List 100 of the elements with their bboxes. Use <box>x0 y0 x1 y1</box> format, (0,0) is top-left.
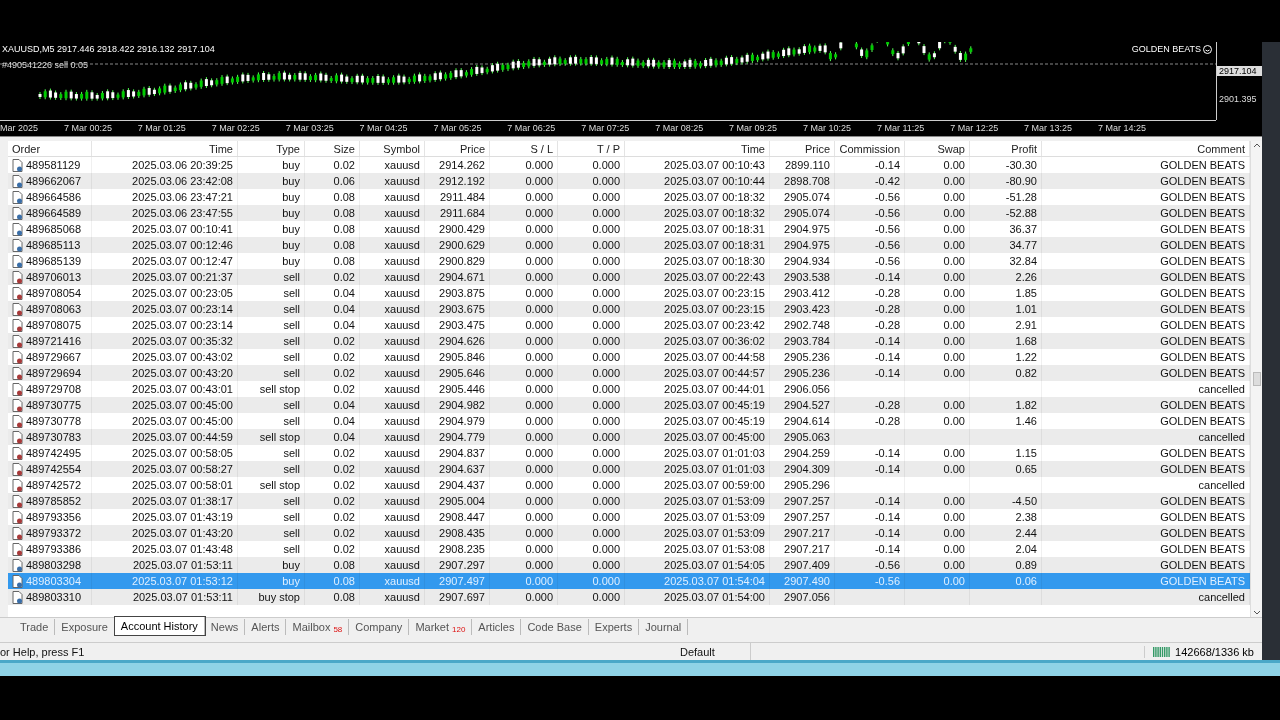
table-cell: GOLDEN BEATS <box>1160 559 1245 571</box>
table-cell: 0.02 <box>333 447 355 459</box>
table-cell: 0.00 <box>943 255 965 267</box>
column-header[interactable]: Profit <box>970 141 1042 156</box>
scroll-down-icon[interactable] <box>1252 610 1261 615</box>
table-cell: GOLDEN BEATS <box>1160 159 1245 171</box>
table-cell: -0.28 <box>874 303 900 315</box>
time-label: 7 Mar 13:25 <box>1024 122 1073 135</box>
table-cell: 489706013 <box>26 271 82 283</box>
order-document-icon <box>12 574 23 588</box>
tab[interactable]: Company <box>349 619 410 635</box>
tab[interactable]: Experts <box>588 619 640 635</box>
table-cell: xauusd <box>384 383 420 395</box>
tab[interactable]: Account History <box>114 617 205 635</box>
tab[interactable]: Alerts <box>245 619 287 635</box>
tab[interactable]: Mailbox 58 <box>286 619 350 635</box>
history-row[interactable]: 489730783 2025.03.07 00:44:59 sell stop 0.04 xauusd 2904.779 0.000 0.000 2025.03.07 00:45:00 2905.063 cancelled <box>8 429 1250 445</box>
scrollbar[interactable] <box>1250 141 1262 617</box>
table-cell: 2025.03.07 00:45:00 <box>132 415 233 427</box>
table-cell: 489662067 <box>26 175 82 187</box>
history-row[interactable]: 489662067 2025.03.06 23:42:08 buy 0.06 xauusd 2912.192 0.000 0.000 2025.03.07 00:10:44 2898.708 -0.42 0.00 -80.90 GOLDEN BEATS <box>8 173 1250 189</box>
order-document-icon <box>12 430 23 444</box>
history-row[interactable]: 489803298 2025.03.07 01:53:11 buy 0.08 xauusd 2907.297 0.000 0.000 2025.03.07 01:54:05 2907.409 -0.56 0.00 0.89 GOLDEN BEATS <box>8 557 1250 573</box>
scroll-up-icon[interactable] <box>1252 143 1261 148</box>
column-header[interactable]: Price <box>425 141 490 156</box>
table-cell: 2902.748 <box>784 319 830 331</box>
table-cell: 2908.447 <box>439 511 485 523</box>
table-cell: 2025.03.07 00:45:19 <box>664 399 765 411</box>
traffic-text: 142668/1336 kb <box>1175 645 1254 658</box>
column-header[interactable]: Symbol <box>360 141 425 156</box>
column-header[interactable]: Type <box>238 141 305 156</box>
table-cell: 2904.527 <box>784 399 830 411</box>
table-cell: 489729667 <box>26 351 82 363</box>
table-cell: 2025.03.07 00:45:19 <box>664 415 765 427</box>
tab[interactable]: Market 120 <box>409 619 473 635</box>
table-cell: 2025.03.07 00:43:01 <box>132 383 233 395</box>
table-cell: -0.56 <box>874 207 900 219</box>
history-row[interactable]: 489785852 2025.03.07 01:38:17 sell 0.02 xauusd 2905.004 0.000 0.000 2025.03.07 01:53:09 2907.257 -0.14 0.00 -4.50 GOLDEN BEATS <box>8 493 1250 509</box>
table-cell: 2911.484 <box>439 191 485 203</box>
table-cell: -0.14 <box>874 495 900 507</box>
table-cell: 1.01 <box>1015 303 1037 315</box>
table-cell: 2904.779 <box>439 431 485 443</box>
history-row[interactable]: 489803310 2025.03.07 01:53:11 buy stop 0.08 xauusd 2907.697 0.000 0.000 2025.03.07 01:54:00 2907.056 cancelled <box>8 589 1250 605</box>
history-row[interactable]: 489706013 2025.03.07 00:21:37 sell 0.02 xauusd 2904.671 0.000 0.000 2025.03.07 00:22:43 2903.538 -0.14 0.00 2.26 GOLDEN BEATS <box>8 269 1250 285</box>
tab[interactable]: Journal <box>639 619 689 635</box>
table-cell: 0.000 <box>525 575 553 587</box>
history-row[interactable]: 489708063 2025.03.07 00:23:14 sell 0.04 xauusd 2903.675 0.000 0.000 2025.03.07 00:23:15 2903.423 -0.28 0.00 1.01 GOLDEN BEATS <box>8 301 1250 317</box>
table-cell: 2025.03.07 01:53:08 <box>664 543 765 555</box>
table-cell: xauusd <box>384 479 420 491</box>
table-cell: 2025.03.07 01:53:09 <box>664 527 765 539</box>
tab[interactable]: Code Base <box>521 619 589 635</box>
smiley-icon <box>1203 44 1212 54</box>
history-row[interactable]: 489685113 2025.03.07 00:12:46 buy 0.08 xauusd 2900.629 0.000 0.000 2025.03.07 00:18:31 2904.975 -0.56 0.00 34.77 GOLDEN BEATS <box>8 237 1250 253</box>
table-cell: -0.56 <box>874 559 900 571</box>
column-header[interactable]: S / L <box>490 141 558 156</box>
column-header[interactable]: Time <box>625 141 770 156</box>
table-cell: 2912.192 <box>439 175 485 187</box>
column-header[interactable]: Commission <box>835 141 905 156</box>
column-header[interactable]: T / P <box>558 141 625 156</box>
table-cell: 489785852 <box>26 495 82 507</box>
table-cell: 0.000 <box>592 367 620 379</box>
table-cell: xauusd <box>384 447 420 459</box>
table-cell: 2025.03.07 00:44:59 <box>132 431 233 443</box>
tab[interactable]: News <box>204 619 246 635</box>
tab[interactable]: Articles <box>472 619 522 635</box>
order-document-icon <box>12 302 23 316</box>
history-row[interactable]: 489730775 2025.03.07 00:45:00 sell 0.04 xauusd 2904.982 0.000 0.000 2025.03.07 00:45:19 2904.527 -0.28 0.00 1.82 GOLDEN BEATS <box>8 397 1250 413</box>
table-cell: 0.000 <box>592 175 620 187</box>
table-cell: 0.04 <box>333 319 355 331</box>
column-header[interactable]: Swap <box>905 141 970 156</box>
table-cell: 2903.675 <box>439 303 485 315</box>
column-header[interactable]: Time <box>92 141 238 156</box>
table-cell: 489708054 <box>26 287 82 299</box>
history-row[interactable]: 489729694 2025.03.07 00:43:20 sell 0.02 xauusd 2905.646 0.000 0.000 2025.03.07 00:44:57 2905.236 -0.14 0.00 0.82 GOLDEN BEATS <box>8 365 1250 381</box>
table-cell: 0.000 <box>592 255 620 267</box>
table-cell: 2904.671 <box>439 271 485 283</box>
table-cell: buy <box>282 175 300 187</box>
table-cell: 2025.03.07 00:44:57 <box>664 367 765 379</box>
history-row[interactable]: 489742554 2025.03.07 00:58:27 sell 0.02 xauusd 2904.637 0.000 0.000 2025.03.07 01:01:03 2904.309 -0.14 0.00 0.65 GOLDEN BEATS <box>8 461 1250 477</box>
table-cell: 0.000 <box>525 463 553 475</box>
table-cell: 0.000 <box>525 191 553 203</box>
table-cell: 2.04 <box>1015 543 1037 555</box>
table-cell: 0.02 <box>333 367 355 379</box>
column-header[interactable]: Size <box>305 141 360 156</box>
table-cell: GOLDEN BEATS <box>1160 527 1245 539</box>
table-cell: xauusd <box>384 271 420 283</box>
table-cell: 2907.490 <box>784 575 830 587</box>
table-cell: 0.00 <box>943 335 965 347</box>
table-cell: 2908.235 <box>439 543 485 555</box>
table-cell: 2.26 <box>1015 271 1037 283</box>
column-header[interactable]: Order <box>8 141 92 156</box>
column-header[interactable]: Price <box>770 141 835 156</box>
scroll-thumb[interactable] <box>1252 372 1261 386</box>
history-row[interactable]: 489721416 2025.03.07 00:35:32 sell 0.02 xauusd 2904.626 0.000 0.000 2025.03.07 00:36:02 2903.784 -0.14 0.00 1.68 GOLDEN BEATS <box>8 333 1250 349</box>
history-row[interactable]: 489793372 2025.03.07 01:43:20 sell 0.02 xauusd 2908.435 0.000 0.000 2025.03.07 01:53:09 2907.217 -0.14 0.00 2.44 GOLDEN BEATS <box>8 525 1250 541</box>
table-cell: 0.00 <box>943 159 965 171</box>
history-row[interactable]: 489664589 2025.03.06 23:47:55 buy 0.08 xauusd 2911.684 0.000 0.000 2025.03.07 00:18:32 2905.074 -0.56 0.00 -52.88 GOLDEN BEATS <box>8 205 1250 221</box>
tab[interactable]: Trade <box>14 619 56 635</box>
table-cell: 489664589 <box>26 207 82 219</box>
table-cell: 2025.03.07 01:43:20 <box>132 527 233 539</box>
